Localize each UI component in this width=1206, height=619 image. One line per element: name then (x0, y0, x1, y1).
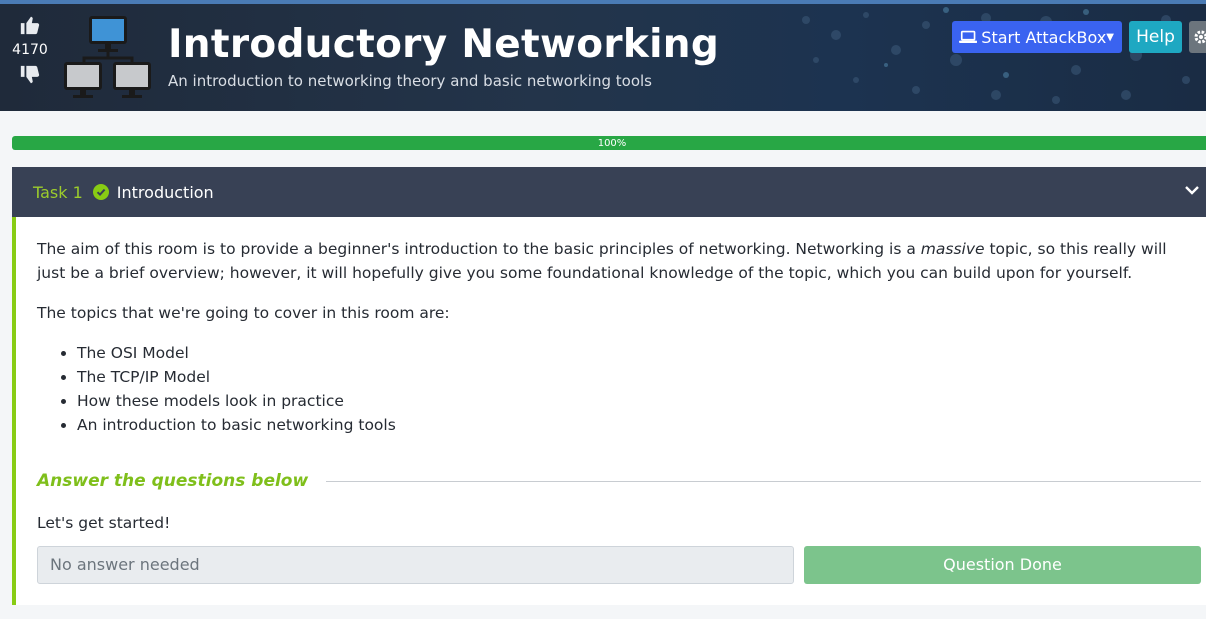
intro-paragraph: The aim of this room is to provide a beg… (37, 237, 1197, 285)
settings-button[interactable] (1189, 21, 1206, 53)
gear-icon (1194, 30, 1206, 44)
start-attackbox-button[interactable]: Start AttackBox ▼ (952, 21, 1122, 53)
task-name: Introduction (116, 182, 214, 202)
list-item: The OSI Model (77, 341, 1206, 365)
task-card: Task 1 Introduction The aim of this room… (12, 167, 1206, 605)
question-text: Let's get started! (37, 514, 171, 532)
task-number: Task 1 (33, 182, 83, 202)
room-title: Introductory Networking (168, 22, 720, 67)
banner-decoration (802, 7, 1190, 104)
vote-count: 4170 (12, 42, 48, 58)
answer-input[interactable]: No answer needed (37, 546, 794, 584)
progress-fill: 100% (12, 136, 1206, 150)
list-item: How these models look in practice (77, 389, 1206, 413)
network-computers-icon (64, 16, 151, 98)
chevron-down-icon[interactable] (1184, 182, 1200, 198)
laptop-icon (959, 30, 978, 43)
room-progress-bar: 100% (12, 136, 1206, 150)
answer-heading: Answer the questions below (37, 471, 309, 491)
list-item: An introduction to basic networking tool… (77, 413, 1206, 437)
task-body: The aim of this room is to provide a beg… (12, 217, 1206, 605)
intro-emphasis: massive (920, 240, 985, 258)
task-header[interactable]: Task 1 Introduction (12, 167, 1206, 217)
progress-label: 100% (597, 137, 627, 149)
list-item: The TCP/IP Model (77, 365, 1206, 389)
thumbs-down-icon[interactable] (19, 64, 41, 86)
question-done-button[interactable]: Question Done (804, 546, 1201, 584)
topics-list: The OSI Model The TCP/IP Model How these… (77, 341, 1206, 437)
room-banner: 4170 Introductory Networking An introduc… (0, 0, 1206, 111)
check-circle-icon (92, 184, 109, 200)
room-subtitle: An introduction to networking theory and… (168, 72, 652, 90)
intro-text-a: The aim of this room is to provide a beg… (37, 240, 921, 258)
caret-down-icon[interactable]: ▼ (1106, 32, 1114, 43)
help-button[interactable]: Help (1129, 21, 1182, 53)
vote-panel: 4170 (8, 14, 52, 86)
topics-intro: The topics that we're going to cover in … (37, 304, 450, 322)
start-attackbox-label: Start AttackBox (981, 27, 1107, 47)
divider (326, 480, 1201, 482)
thumbs-up-icon[interactable] (19, 14, 41, 36)
answer-section-header: Answer the questions below (37, 471, 1201, 491)
